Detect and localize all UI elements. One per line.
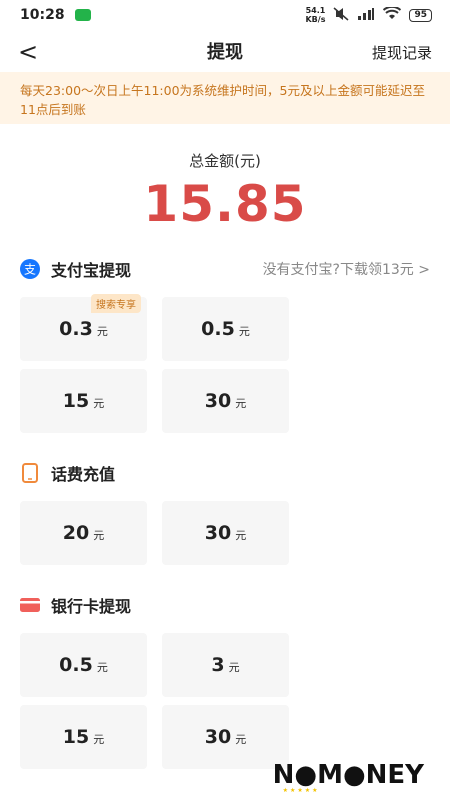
page-title: 提现 xyxy=(207,42,243,63)
total-label: 总金额(元) xyxy=(189,152,261,170)
status-time: 10:28 xyxy=(20,7,65,23)
phone-recharge-section: 话费充值 20 元 30 元 xyxy=(0,459,450,565)
total-amount: 15.85 xyxy=(143,175,307,233)
alipay-option-0.3[interactable]: 搜索专享 0.3 元 xyxy=(20,294,147,361)
signal-icon xyxy=(357,7,375,23)
alipay-option-15[interactable]: 15 元 xyxy=(20,369,147,433)
bank-option-30[interactable]: 30 元 xyxy=(162,705,289,769)
alipay-section: 支 支付宝提现 没有支付宝?下载领13元 > 搜索专享 0.3 元 0.5 元 … xyxy=(0,255,450,433)
bank-option-0.5[interactable]: 0.5 元 xyxy=(20,633,147,697)
phone-section-title: 话费充值 xyxy=(51,465,116,484)
svg-text:支: 支 xyxy=(24,263,36,277)
wifi-icon xyxy=(383,5,402,23)
bank-card-icon xyxy=(20,595,40,615)
bank-card-section: 银行卡提现 0.5 元 3 元 15 元 30 元 xyxy=(0,591,450,769)
wechat-notification-icon xyxy=(74,9,91,21)
phone-option-30[interactable]: 30 元 xyxy=(162,501,289,565)
search-exclusive-tag: 搜索专享 xyxy=(91,294,141,313)
withdraw-history-link[interactable]: 提现记录 xyxy=(372,42,432,63)
alipay-options: 搜索专享 0.3 元 0.5 元 15 元 30 元 xyxy=(0,294,450,433)
back-icon[interactable]: < xyxy=(18,38,38,66)
bank-option-15[interactable]: 15 元 xyxy=(20,705,147,769)
battery-indicator: 95 xyxy=(409,8,432,22)
watermark-stars-icon: ★★★★★ xyxy=(282,787,320,794)
download-alipay-link[interactable]: 没有支付宝?下载领13元 > xyxy=(263,259,430,279)
status-bar: 10:28 54.1 KB/s 95 xyxy=(0,0,450,30)
alipay-section-title: 支付宝提现 xyxy=(51,261,132,280)
alipay-option-30[interactable]: 30 元 xyxy=(162,369,289,433)
alipay-icon: 支 xyxy=(20,259,40,279)
alipay-option-0.5[interactable]: 0.5 元 xyxy=(162,297,289,361)
nav-bar: < 提现 提现记录 xyxy=(0,30,450,72)
bank-options: 0.5 元 3 元 15 元 30 元 xyxy=(0,633,450,769)
phone-icon xyxy=(20,463,40,483)
maintenance-notice: 每天23:00～次日上午11:00为系统维护时间，5元及以上金额可能延迟至11点… xyxy=(0,72,450,124)
network-speed: 54.1 KB/s xyxy=(305,6,326,24)
phone-options: 20 元 30 元 xyxy=(0,501,450,565)
phone-option-20[interactable]: 20 元 xyxy=(20,501,147,565)
nomoney-watermark-logo: N●M●NEY ★★★★★ xyxy=(272,760,424,794)
bank-option-3[interactable]: 3 元 xyxy=(162,633,289,697)
bank-section-title: 银行卡提现 xyxy=(51,597,132,616)
mute-icon xyxy=(333,6,349,24)
